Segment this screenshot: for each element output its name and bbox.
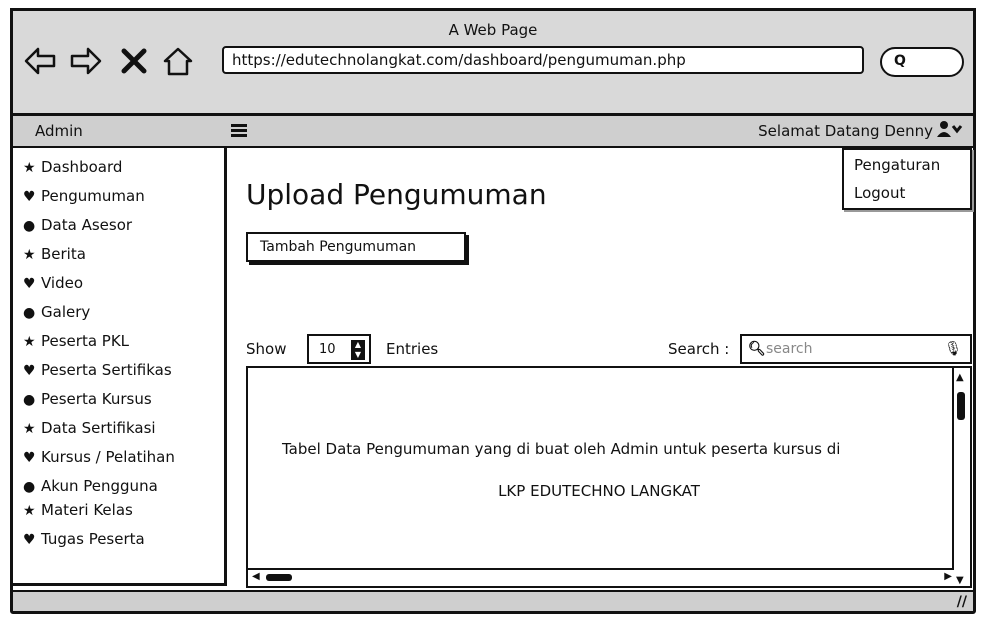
user-icon [937,121,963,137]
microphone-icon[interactable]: 🎙︎ [944,341,962,357]
sidebar-item-video[interactable]: ♥ Video [23,272,83,294]
sidebar-item-label: Materi Kelas [41,501,133,519]
sidebar-item-label: Data Sertifikasi [41,419,156,437]
user-dropdown-menu: Pengaturan Logout [842,148,972,210]
star-icon: ★ [23,503,36,519]
star-icon: ★ [23,334,36,350]
sidebar-item-akun-pengguna[interactable]: ● Akun Pengguna [23,475,158,497]
star-icon: ★ [23,160,36,176]
entries-label: Entries [386,340,439,358]
sidebar-item-label: Galery [41,303,91,321]
sidebar-item-tugas-peserta[interactable]: ♥ Tugas Peserta [23,528,145,550]
circle-icon: ● [23,392,36,408]
magnifier-icon: 🔍︎ [748,341,766,357]
forward-arrow-icon[interactable] [70,46,102,76]
sidebar-item-materi-kelas[interactable]: ★ Materi Kelas [23,499,133,521]
sidebar-item-galery[interactable]: ● Galery [23,301,90,323]
sidebar-item-label: Berita [41,245,86,263]
browser-search-field[interactable]: Q [880,47,964,77]
scroll-left-icon[interactable]: ◀ [252,571,260,582]
user-menu-toggle[interactable] [937,120,963,142]
menu-item-pengaturan[interactable]: Pengaturan [854,156,940,174]
home-icon[interactable] [162,46,194,76]
close-x-icon[interactable] [118,46,150,76]
sidebar-item-pengumuman[interactable]: ♥ Pengumuman [23,185,145,207]
sidebar-item-peserta-pkl[interactable]: ★ Peserta PKL [23,330,129,352]
search-icon: Q [894,53,906,69]
sidebar-item-label: Data Asesor [41,216,133,234]
scroll-down-icon[interactable]: ▼ [956,575,964,586]
entries-value: 10 [319,342,336,357]
sidebar-item-data-asesor[interactable]: ● Data Asesor [23,214,132,236]
sidebar-item-label: Tugas Peserta [41,530,145,548]
add-announcement-button[interactable]: Tambah Pengumuman [246,232,466,262]
announcement-table: Tabel Data Pengumuman yang di buat oleh … [246,366,972,588]
sidebar-item-dashboard[interactable]: ★ Dashboard [23,156,122,178]
search-placeholder: search [766,341,813,357]
top-menubar: Admin Selamat Datang Denny [13,116,973,148]
page-title: Upload Pengumuman [246,178,547,211]
resize-grip-icon[interactable]: // [957,594,967,610]
scroll-right-icon[interactable]: ▶ [944,571,952,582]
stepper-arrows-icon[interactable]: ▲ ▼ [351,340,365,360]
scroll-thumb[interactable] [957,392,965,420]
hamburger-menu-icon[interactable] [231,124,247,138]
sidebar-item-label: Peserta PKL [41,332,130,350]
sidebar-item-label: Video [41,274,84,292]
scroll-up-icon[interactable]: ▲ [956,372,964,383]
welcome-text: Selamat Datang Denny [758,122,933,140]
circle-icon: ● [23,305,36,321]
sidebar-item-peserta-kursus[interactable]: ● Peserta Kursus [23,388,152,410]
horizontal-scrollbar[interactable]: ◀ ▶ [248,568,954,586]
heart-icon: ♥ [23,532,36,548]
sidebar-item-label: Peserta Kursus [41,390,152,408]
star-icon: ★ [23,247,36,263]
back-arrow-icon[interactable] [24,46,56,76]
hscroll-thumb[interactable] [266,574,292,581]
sidebar-item-berita[interactable]: ★ Berita [23,243,86,265]
heart-icon: ♥ [23,276,36,292]
show-label: Show [246,340,287,358]
sidebar-item-label: Peserta Sertifikas [41,361,172,379]
vertical-scrollbar[interactable]: ▲ ▼ [952,368,970,586]
table-placeholder-text-2: LKP EDUTECHNO LANGKAT [498,482,700,500]
search-label: Search : [668,340,730,358]
heart-icon: ♥ [23,450,36,466]
sidebar-item-label: Pengumuman [41,187,145,205]
sidebar-item-data-sertifikasi[interactable]: ★ Data Sertifikasi [23,417,156,439]
circle-icon: ● [23,218,36,234]
sidebar: ★ Dashboard ♥ Pengumuman ● Data Asesor ★ Ber… [13,148,227,586]
sidebar-item-label: Akun Pengguna [41,477,158,495]
star-icon: ★ [23,421,36,437]
table-placeholder-text: Tabel Data Pengumuman yang di buat oleh … [282,440,841,458]
window-title: A Web Page [448,21,538,39]
heart-icon: ♥ [23,363,36,379]
table-search-input[interactable]: 🔍︎ search 🎙︎ [740,334,972,364]
heart-icon: ♥ [23,189,36,205]
sidebar-item-label: Kursus / Pelatihan [41,448,175,466]
entries-stepper[interactable]: 10 ▲ ▼ [307,334,371,364]
circle-icon: ● [23,479,36,495]
url-bar[interactable]: https://edutechnolangkat.com/dashboard/p… [222,46,864,74]
menu-item-logout[interactable]: Logout [854,184,905,202]
brand-label: Admin [35,122,83,140]
sidebar-item-peserta-sertifikasi[interactable]: ♥ Peserta Sertifikas [23,359,172,381]
sidebar-item-label: Dashboard [41,158,123,176]
sidebar-item-kursus-pelatihan[interactable]: ♥ Kursus / Pelatihan [23,446,175,468]
status-bar: // [13,590,973,611]
